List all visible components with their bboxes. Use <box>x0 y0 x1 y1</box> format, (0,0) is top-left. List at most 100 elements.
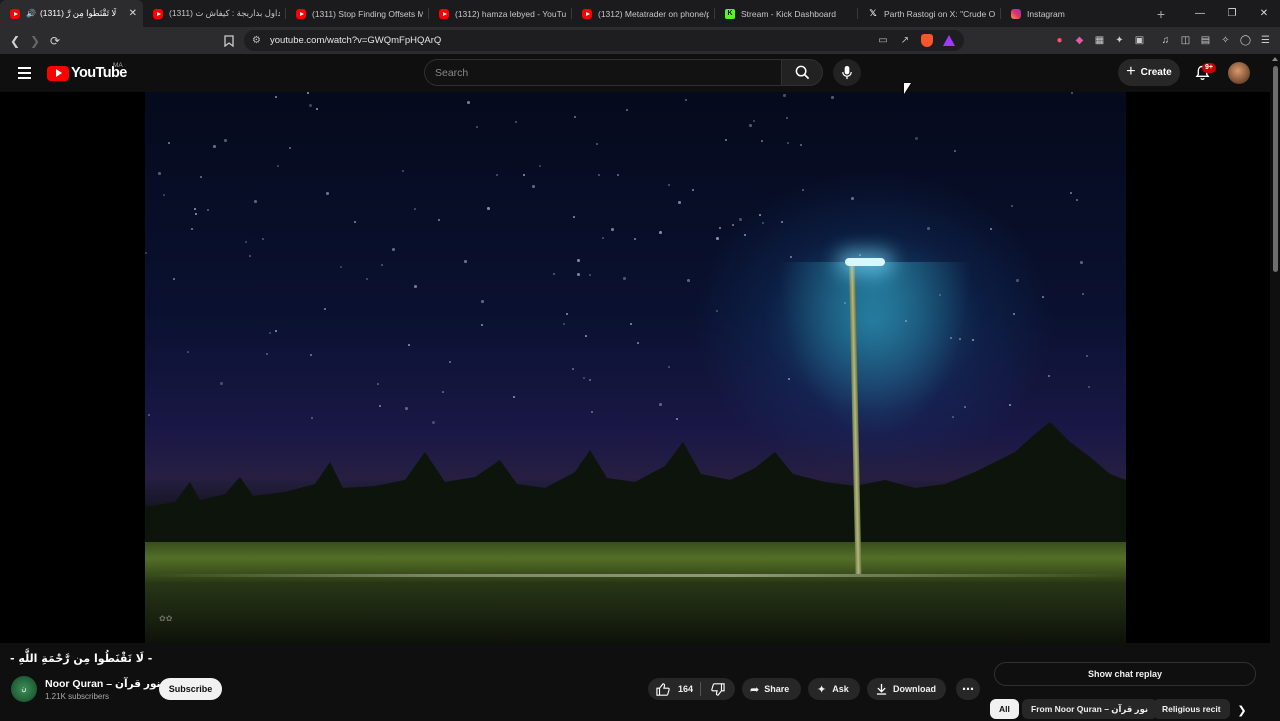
star <box>194 208 196 210</box>
chip-religious-recitation[interactable]: Religious recit <box>1153 699 1230 719</box>
bookmark-icon[interactable] <box>219 31 239 51</box>
download-label: Download <box>893 684 936 694</box>
vpn-icon[interactable]: ◯ <box>1237 31 1254 50</box>
cast-icon[interactable]: ▭ <box>874 32 892 49</box>
youtube-logo[interactable]: YouTube MA <box>47 62 127 81</box>
star <box>732 224 734 226</box>
download-button[interactable]: Download <box>867 678 946 700</box>
thumbs-down-icon <box>711 682 725 696</box>
star <box>464 260 467 263</box>
star <box>1082 293 1084 295</box>
browser-tab[interactable]: 🔊 (1311) لَا تَقْنَطُوا مِن رَّ ✕ <box>0 0 143 27</box>
scrollbar-thumb[interactable] <box>1273 66 1278 272</box>
youtube-favicon-icon <box>296 8 306 19</box>
star <box>574 116 576 118</box>
screenshot-icon[interactable]: ▣ <box>1131 31 1148 50</box>
back-icon[interactable]: ❮ <box>5 31 25 51</box>
close-window-icon[interactable]: ✕ <box>1248 0 1280 27</box>
star <box>577 273 580 276</box>
browser-menu-icon[interactable]: ☰ <box>1257 31 1274 50</box>
star <box>405 407 408 410</box>
chips-next-arrow-icon[interactable]: ❯ <box>1232 701 1252 719</box>
star <box>1080 261 1083 264</box>
brave-shields-icon[interactable] <box>918 32 936 49</box>
ask-button[interactable]: ✦ Ask <box>808 678 860 700</box>
forward-icon[interactable]: ❯ <box>25 31 45 51</box>
like-button[interactable]: 164 <box>648 678 700 700</box>
chip-all[interactable]: All <box>990 699 1019 719</box>
share-button[interactable]: ➦ Share <box>742 678 801 700</box>
search-input[interactable]: Search <box>424 59 782 86</box>
extension-red-icon[interactable]: ● <box>1051 31 1068 50</box>
star <box>692 189 694 191</box>
video-frame[interactable]: ✿✿ <box>145 92 1126 643</box>
dislike-button[interactable] <box>701 678 735 700</box>
subscribe-button[interactable]: Subscribe <box>159 678 222 700</box>
channel-name[interactable]: Noor Quran – نور قرآن <box>45 678 160 690</box>
wallet-icon[interactable]: ▤ <box>1197 31 1214 50</box>
star <box>668 184 670 186</box>
sidebar-icon[interactable]: ◫ <box>1177 31 1194 50</box>
brave-rewards-icon[interactable] <box>940 32 958 49</box>
star <box>915 137 918 140</box>
extensions-puzzle-icon[interactable]: ✦ <box>1111 31 1128 50</box>
show-chat-replay-button[interactable]: Show chat replay <box>994 662 1256 686</box>
extension-grid-icon[interactable]: ▦ <box>1091 31 1108 50</box>
notification-badge: 9+ <box>1202 63 1216 73</box>
chip-channel[interactable]: From Noor Quran – نور قرآن <box>1022 699 1158 719</box>
address-bar[interactable]: ⚙ youtube.com/watch?v=GWQmFpHQArQ ▭ ↗ <box>244 30 964 51</box>
scroll-up-icon[interactable] <box>1272 57 1278 61</box>
account-avatar[interactable] <box>1228 62 1250 84</box>
star <box>377 383 379 385</box>
star <box>563 323 565 325</box>
star <box>326 192 329 195</box>
star <box>408 344 410 346</box>
star <box>316 108 318 110</box>
star <box>1011 205 1013 207</box>
browser-tab[interactable]: (1311) Stop Finding Offsets Ma <box>286 0 429 27</box>
tab-title: Parth Rastogi on X: "Crude Oil <box>884 8 995 19</box>
browser-tab[interactable]: K Stream - Kick Dashboard <box>715 0 858 27</box>
minimize-icon[interactable]: — <box>1184 0 1216 27</box>
site-info-icon[interactable]: ⚙ <box>252 35 261 46</box>
star <box>481 300 484 303</box>
like-count: 164 <box>678 684 694 694</box>
more-actions-button[interactable]: ⋯ <box>956 678 980 700</box>
video-player[interactable]: ✿✿ <box>0 92 1270 643</box>
star <box>145 252 147 254</box>
browser-tab[interactable]: (1311) التداول بداربجة : كيفاش ت <box>143 0 286 27</box>
media-icon[interactable]: ♫ <box>1157 31 1174 50</box>
star <box>589 274 591 276</box>
star <box>1009 404 1011 406</box>
leo-ai-icon[interactable]: ✧ <box>1217 31 1234 50</box>
restore-icon[interactable]: ❐ <box>1216 0 1248 27</box>
new-tab-button[interactable]: + <box>1150 6 1172 22</box>
browser-tab[interactable]: (1312) Metatrader on phone/p <box>572 0 715 27</box>
share-icon: ➦ <box>750 683 760 696</box>
star <box>637 342 639 344</box>
extension-shield-icon[interactable]: ◆ <box>1071 31 1088 50</box>
youtube-favicon-icon <box>153 8 163 19</box>
star <box>266 353 268 355</box>
star <box>1048 375 1050 377</box>
share-page-icon[interactable]: ↗ <box>896 32 914 49</box>
star <box>414 208 416 210</box>
browser-tab[interactable]: (1312) hamza lebyed - YouTub <box>429 0 572 27</box>
browser-tab[interactable]: 𝕏 Parth Rastogi on X: "Crude Oil <box>858 0 1001 27</box>
hamburger-menu-icon[interactable] <box>12 61 36 85</box>
create-button[interactable]: + Create <box>1118 59 1180 86</box>
channel-avatar[interactable]: ن <box>11 676 37 702</box>
browser-tab[interactable]: Instagram <box>1001 0 1144 27</box>
star <box>481 324 483 326</box>
star <box>602 237 604 239</box>
voice-search-button[interactable] <box>833 59 861 86</box>
star <box>438 219 440 221</box>
x-favicon-icon: 𝕏 <box>869 8 877 18</box>
page-scrollbar[interactable] <box>1270 54 1280 720</box>
youtube-favicon-icon <box>439 8 449 19</box>
tab-close-icon[interactable]: ✕ <box>129 8 137 19</box>
search-button[interactable] <box>781 59 823 86</box>
reload-icon[interactable]: ⟳ <box>45 31 65 51</box>
star <box>927 227 930 230</box>
audio-playing-icon[interactable]: 🔊 <box>26 9 36 18</box>
